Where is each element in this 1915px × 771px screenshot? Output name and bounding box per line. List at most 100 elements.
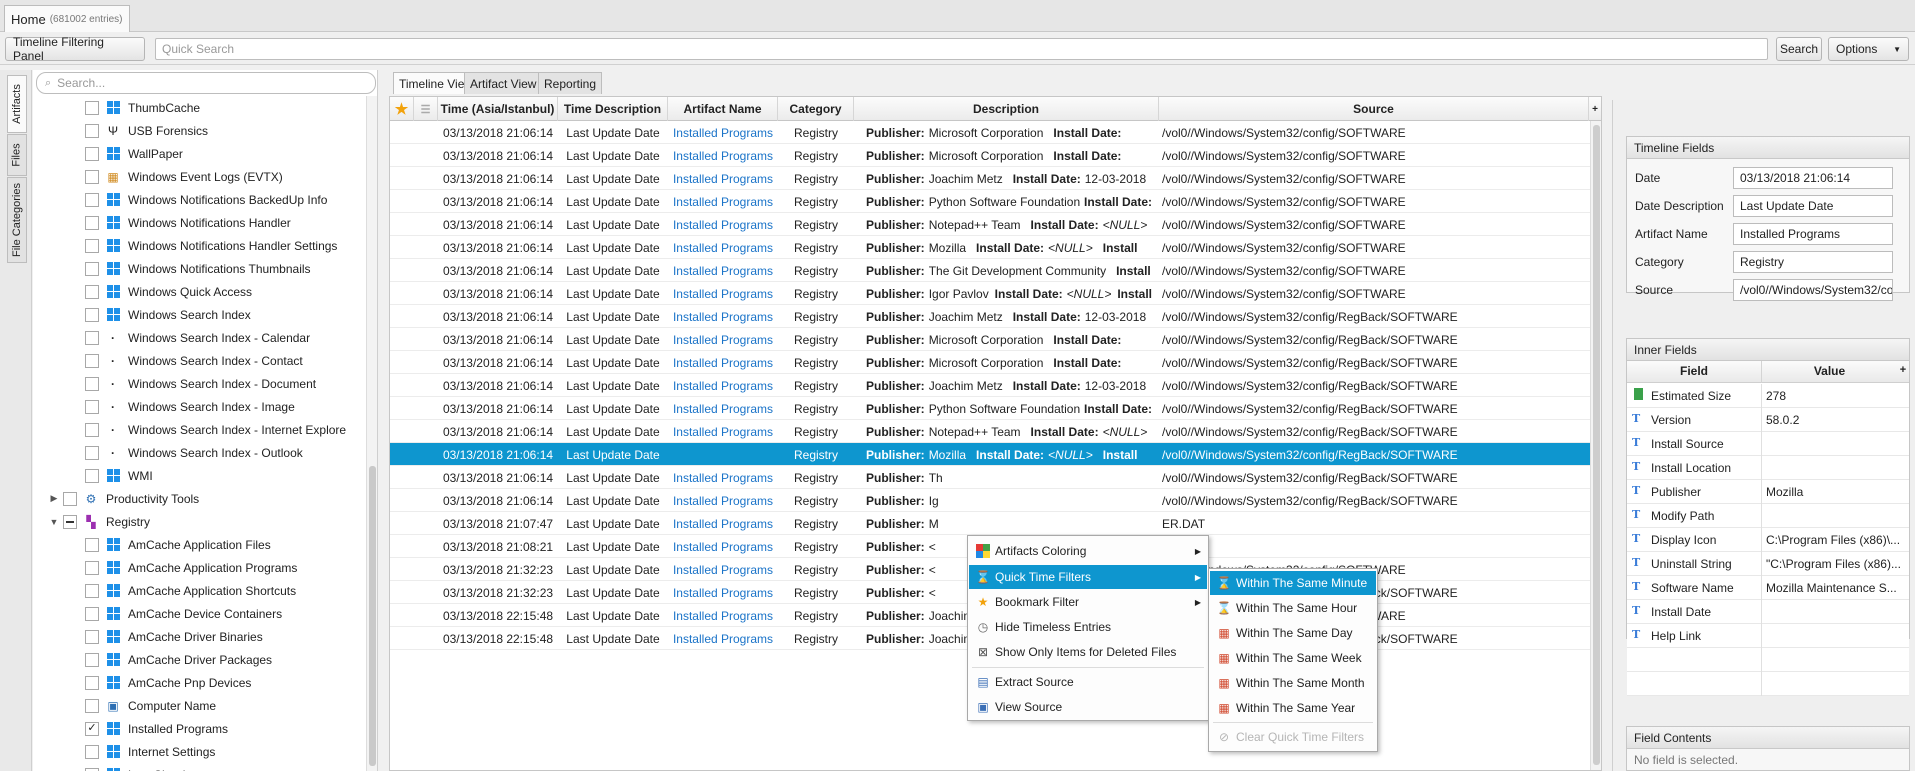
tree-item[interactable]: WallPaper <box>33 142 366 165</box>
tree-checkbox[interactable] <box>85 445 99 460</box>
category-column-header[interactable]: Category <box>778 97 854 121</box>
tree-item[interactable]: Windows Notifications Thumbnails <box>33 257 366 280</box>
submenu-item[interactable]: ▦ Within The Same Day <box>1210 621 1376 645</box>
quick-search-input[interactable]: Quick Search <box>155 38 1768 60</box>
inner-field-row[interactable]: T Modify Path <box>1627 504 1909 528</box>
tree-checkbox[interactable] <box>85 284 99 299</box>
inner-field-row[interactable]: T Version 58.0.2 <box>1627 408 1909 432</box>
tree-item[interactable]: AmCache Pnp Devices <box>33 671 366 694</box>
artifact-cell[interactable]: Installed Programs <box>668 397 778 420</box>
artifact-name-column-header[interactable]: Artifact Name <box>668 97 778 121</box>
table-row[interactable]: 03/13/2018 21:07:47 Last Update Date Insta… <box>390 512 1601 535</box>
tab-artifact-view[interactable]: Artifact View <box>464 72 543 94</box>
grid-scrollbar[interactable] <box>1590 121 1601 770</box>
tree-item[interactable]: Windows Notifications Handler Settings <box>33 234 366 257</box>
tree-item[interactable]: Windows Search Index <box>33 303 366 326</box>
table-row[interactable]: 03/13/2018 21:06:14 Last Update Date Insta… <box>390 259 1601 282</box>
tree-search-input[interactable]: ⌕ Search... <box>36 72 376 94</box>
artifact-cell[interactable]: Installed Programs <box>668 512 778 535</box>
inner-field-row[interactable]: T Help Link <box>1627 624 1909 648</box>
time-description-column-header[interactable]: Time Description <box>558 97 668 121</box>
table-row[interactable]: 03/13/2018 21:06:14 Last Update Date Insta… <box>390 144 1601 167</box>
artifact-cell[interactable]: Installed Programs <box>668 282 778 305</box>
table-row[interactable]: 03/13/2018 21:06:14 Last Update Date Insta… <box>390 466 1601 489</box>
menu-item-view-source[interactable]: ▣ View Source <box>969 695 1207 719</box>
tree-checkbox[interactable] <box>85 307 99 322</box>
submenu-item[interactable]: ▦ Within The Same Year <box>1210 696 1376 720</box>
tree-item[interactable]: Windows Notifications BackedUp Info <box>33 188 366 211</box>
tree-checkbox[interactable] <box>85 606 99 621</box>
tree-item[interactable]: Last Shutdown <box>33 763 366 771</box>
table-row[interactable]: 03/13/2018 21:06:14 Last Update Date Insta… <box>390 305 1601 328</box>
artifact-cell[interactable]: Installed Programs <box>668 328 778 351</box>
tree-item[interactable]: AmCache Application Programs <box>33 556 366 579</box>
artifact-cell[interactable]: Installed Programs <box>668 213 778 236</box>
tree-checkbox[interactable] <box>85 123 99 138</box>
tree-checkbox[interactable] <box>85 146 99 161</box>
tree-checkbox[interactable]: ✓ <box>85 721 99 736</box>
tab-files[interactable]: Files <box>7 134 27 176</box>
artifact-cell[interactable]: Installed Programs <box>668 627 778 650</box>
artifact-cell[interactable] <box>668 443 778 466</box>
artifact-cell[interactable]: Installed Programs <box>668 558 778 581</box>
tree-item[interactable]: ✓ Installed Programs <box>33 717 366 740</box>
table-row[interactable]: 03/13/2018 21:06:14 Last Update Date Insta… <box>390 420 1601 443</box>
artifact-cell[interactable]: Installed Programs <box>668 535 778 558</box>
bookmark-column-header[interactable]: ★ <box>390 97 414 121</box>
inner-field-row[interactable]: T Uninstall String "C:\Program Files (x86)… <box>1627 552 1909 576</box>
tree-item[interactable]: Windows Notifications Handler <box>33 211 366 234</box>
tree-checkbox[interactable] <box>85 169 99 184</box>
value-column-header[interactable]: Value <box>1762 364 1897 378</box>
search-button[interactable]: Search <box>1776 37 1822 61</box>
artifact-cell[interactable]: Installed Programs <box>668 236 778 259</box>
inner-field-row[interactable]: Estimated Size 278 <box>1627 384 1909 408</box>
field-column-header[interactable]: Field <box>1627 364 1761 378</box>
tree-checkbox[interactable] <box>85 238 99 253</box>
menu-item-hide-timeless-entries[interactable]: ◷ Hide Timeless Entries <box>969 615 1207 639</box>
tree-checkbox[interactable] <box>85 629 99 644</box>
tree-item[interactable]: · Windows Search Index - Image <box>33 395 366 418</box>
table-row[interactable]: 03/13/2018 21:06:14 Last Update Date Insta… <box>390 121 1601 144</box>
tree-checkbox[interactable] <box>85 353 99 368</box>
artifact-cell[interactable]: Installed Programs <box>668 466 778 489</box>
tree-checkbox[interactable] <box>85 560 99 575</box>
submenu-item[interactable]: ▦ Within The Same Month <box>1210 671 1376 695</box>
table-row[interactable]: 03/13/2018 21:06:14 Last Update Date Insta… <box>390 213 1601 236</box>
menu-item-artifacts-coloring[interactable]: Artifacts Coloring ▶ <box>969 539 1207 563</box>
artifact-cell[interactable]: Installed Programs <box>668 121 778 144</box>
timeline-field-value[interactable]: Installed Programs <box>1733 222 1893 245</box>
menu-item-bookmark-filter[interactable]: ★ Bookmark Filter ▶ <box>969 590 1207 614</box>
table-row[interactable]: 03/13/2018 21:06:14 Last Update Date Insta… <box>390 167 1601 190</box>
artifact-cell[interactable]: Installed Programs <box>668 581 778 604</box>
add-column-icon[interactable]: + <box>1897 364 1909 376</box>
artifact-cell[interactable]: Installed Programs <box>668 190 778 213</box>
table-row[interactable]: 03/13/2018 21:06:14 Last Update Date Insta… <box>390 489 1601 512</box>
tab-artifacts[interactable]: Artifacts <box>7 75 27 133</box>
tree-checkbox[interactable] <box>63 491 77 506</box>
tree-checkbox[interactable] <box>85 399 99 414</box>
table-row[interactable]: 03/13/2018 21:06:14 Last Update Date Insta… <box>390 236 1601 259</box>
tree-scrollbar[interactable] <box>366 96 377 771</box>
tree-checkbox[interactable] <box>85 468 99 483</box>
timeline-filtering-panel-button[interactable]: Timeline Filtering Panel <box>5 35 145 63</box>
inner-field-row[interactable]: T Display Icon C:\Program Files (x86)\... <box>1627 528 1909 552</box>
tree-item[interactable]: · Windows Search Index - Calendar <box>33 326 366 349</box>
tree-item[interactable]: Internet Settings <box>33 740 366 763</box>
source-column-header[interactable]: Source <box>1159 97 1589 121</box>
time-column-header[interactable]: Time (Asia/Istanbul) <box>438 97 558 121</box>
tree-item[interactable]: · Windows Search Index - Internet Explore <box>33 418 366 441</box>
tree-checkbox[interactable] <box>85 376 99 391</box>
tree-item[interactable]: WMI <box>33 464 366 487</box>
tree-item[interactable]: Windows Quick Access <box>33 280 366 303</box>
table-row[interactable]: 03/13/2018 21:06:14 Last Update Date Insta… <box>390 351 1601 374</box>
inner-field-row[interactable]: T Install Location <box>1627 456 1909 480</box>
tree-item[interactable]: · Windows Search Index - Contact <box>33 349 366 372</box>
submenu-item[interactable]: ▦ Within The Same Week <box>1210 646 1376 670</box>
tree-checkbox[interactable] <box>85 675 99 690</box>
artifact-cell[interactable]: Installed Programs <box>668 374 778 397</box>
submenu-item[interactable]: ⌛ Within The Same Minute <box>1210 571 1376 595</box>
tree-item[interactable]: AmCache Application Shortcuts <box>33 579 366 602</box>
artifact-cell[interactable]: Installed Programs <box>668 604 778 627</box>
artifact-cell[interactable]: Installed Programs <box>668 259 778 282</box>
grid-scrollbar-thumb[interactable] <box>1593 125 1600 765</box>
